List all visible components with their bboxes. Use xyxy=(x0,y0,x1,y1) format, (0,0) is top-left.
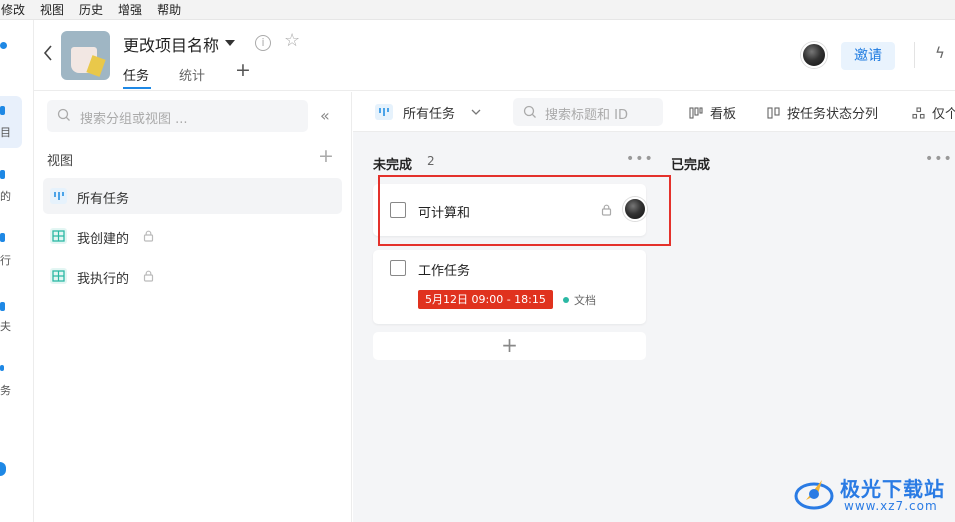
divider xyxy=(914,42,915,68)
column-count: 2 xyxy=(427,154,435,168)
rail-mine-icon[interactable] xyxy=(0,170,5,179)
current-view-label: 所有任务 xyxy=(403,107,456,122)
view-item-label: 所有任务 xyxy=(77,192,130,207)
add-task-button[interactable]: + xyxy=(373,332,646,360)
group-search-input[interactable]: 搜索分组或视图 ... xyxy=(47,100,308,132)
search-placeholder: 搜索标题和 ID xyxy=(545,108,628,123)
chevron-down-icon xyxy=(471,109,481,115)
menu-item-view[interactable]: 视图 xyxy=(40,1,64,18)
rail-label-mine[interactable]: 的 xyxy=(0,188,11,204)
avatar[interactable] xyxy=(801,42,827,68)
task-checkbox[interactable] xyxy=(390,260,406,276)
group-by-label: 按任务状态分列 xyxy=(787,107,879,122)
board-toolbar: 所有任务 搜索标题和 ID 看板 按任务状态分列 仅个 xyxy=(353,92,955,132)
view-item-created-by-me[interactable]: 我创建的 xyxy=(43,218,342,254)
table-view-icon xyxy=(50,268,67,284)
view-item-assigned-to-me[interactable]: 我执行的 xyxy=(43,258,342,294)
tag-label[interactable]: 文档 xyxy=(563,292,596,308)
project-header: 更改项目名称 i ☆ 任务 统计 + 邀请 ϟ xyxy=(34,20,955,91)
rail-task-icon[interactable] xyxy=(0,365,4,371)
rail-label-task[interactable]: 务 xyxy=(0,382,11,398)
view-item-all-tasks[interactable]: 所有任务 xyxy=(43,178,342,214)
view-sidebar: 搜索分组或视图 ... « 视图 + 所有任务 我创建的 我执行的 xyxy=(35,92,352,522)
rail-bottom-icon[interactable] xyxy=(0,462,6,476)
rail-project-icon[interactable] xyxy=(0,106,5,115)
menu-item-help[interactable]: 帮助 xyxy=(157,1,181,18)
menu-bar: 修改 视图 历史 增强 帮助 xyxy=(0,0,955,20)
search-placeholder: 搜索分组或视图 ... xyxy=(80,112,188,127)
column-title-incomplete: 未完成 xyxy=(373,158,413,173)
tab-stats[interactable]: 统计 xyxy=(179,65,205,84)
tag-text: 文档 xyxy=(574,294,596,307)
task-search-input[interactable]: 搜索标题和 ID xyxy=(513,98,663,126)
rail-label-calendar[interactable]: 行 xyxy=(0,252,11,268)
column-more-icon[interactable]: ••• xyxy=(626,151,654,167)
filter-label: 仅个 xyxy=(932,107,955,122)
rail-chat-icon[interactable] xyxy=(0,302,5,311)
highlight-box xyxy=(378,175,671,246)
lock-icon xyxy=(143,270,154,282)
column-title-completed: 已完成 xyxy=(671,158,711,173)
task-card[interactable]: 工作任务 5月12日 09:00 - 18:15 文档 xyxy=(373,250,646,324)
watermark-logo-icon xyxy=(794,480,834,510)
view-item-label: 我执行的 xyxy=(77,272,130,287)
board-view-icon xyxy=(50,188,67,204)
project-title[interactable]: 更改项目名称 xyxy=(123,32,219,56)
active-tab-indicator xyxy=(123,87,151,89)
due-date-badge[interactable]: 5月12日 09:00 - 18:15 xyxy=(418,290,553,309)
task-title: 工作任务 xyxy=(418,264,471,279)
back-chevron-icon[interactable] xyxy=(42,44,54,62)
rail-label-project[interactable]: 目 xyxy=(0,124,11,140)
add-tab-plus-icon[interactable]: + xyxy=(235,60,251,80)
bolt-icon[interactable]: ϟ xyxy=(935,44,945,62)
invite-button[interactable]: 邀请 xyxy=(841,42,895,70)
board-icon xyxy=(689,107,703,119)
view-item-label: 我创建的 xyxy=(77,232,130,247)
menu-item-enhance[interactable]: 增强 xyxy=(118,1,142,18)
watermark-url: www.xz7.com xyxy=(844,499,938,513)
board-view-icon xyxy=(375,104,393,120)
table-view-icon xyxy=(50,228,67,244)
rail-dot-icon[interactable] xyxy=(0,42,7,49)
hierarchy-icon xyxy=(912,107,925,119)
board-mode-button[interactable]: 看板 xyxy=(689,103,736,122)
project-cover-image[interactable] xyxy=(61,31,110,80)
board-mode-label: 看板 xyxy=(710,107,737,122)
views-section-title: 视图 xyxy=(47,154,74,169)
star-icon[interactable]: ☆ xyxy=(284,31,300,51)
board-area: 所有任务 搜索标题和 ID 看板 按任务状态分列 仅个 未完成 2 ••• 可计… xyxy=(353,92,955,522)
rail-active-highlight xyxy=(0,96,22,148)
menu-item-edit[interactable]: 修改 xyxy=(1,1,25,18)
rail-label-chat[interactable]: 夫 xyxy=(0,318,11,334)
filter-button[interactable]: 仅个 xyxy=(912,103,955,122)
columns-icon xyxy=(767,107,780,119)
title-dropdown-icon[interactable] xyxy=(225,40,235,46)
collapse-sidebar-icon[interactable]: « xyxy=(320,106,330,125)
search-icon xyxy=(523,105,536,118)
info-icon[interactable]: i xyxy=(255,35,271,51)
app-rail: 目 的 行 夫 务 xyxy=(0,20,34,522)
group-by-button[interactable]: 按任务状态分列 xyxy=(767,103,878,122)
lock-icon xyxy=(143,230,154,242)
rail-calendar-icon[interactable] xyxy=(0,233,5,242)
watermark: 极光下载站 www.xz7.com xyxy=(790,470,950,516)
tag-dot-icon xyxy=(563,297,569,303)
search-icon xyxy=(57,108,70,121)
column-more-icon[interactable]: ••• xyxy=(925,151,953,167)
menu-item-history[interactable]: 历史 xyxy=(79,1,103,18)
tab-tasks[interactable]: 任务 xyxy=(123,65,149,84)
watermark-title: 极光下载站 xyxy=(840,477,945,501)
add-view-plus-icon[interactable]: + xyxy=(318,146,334,166)
